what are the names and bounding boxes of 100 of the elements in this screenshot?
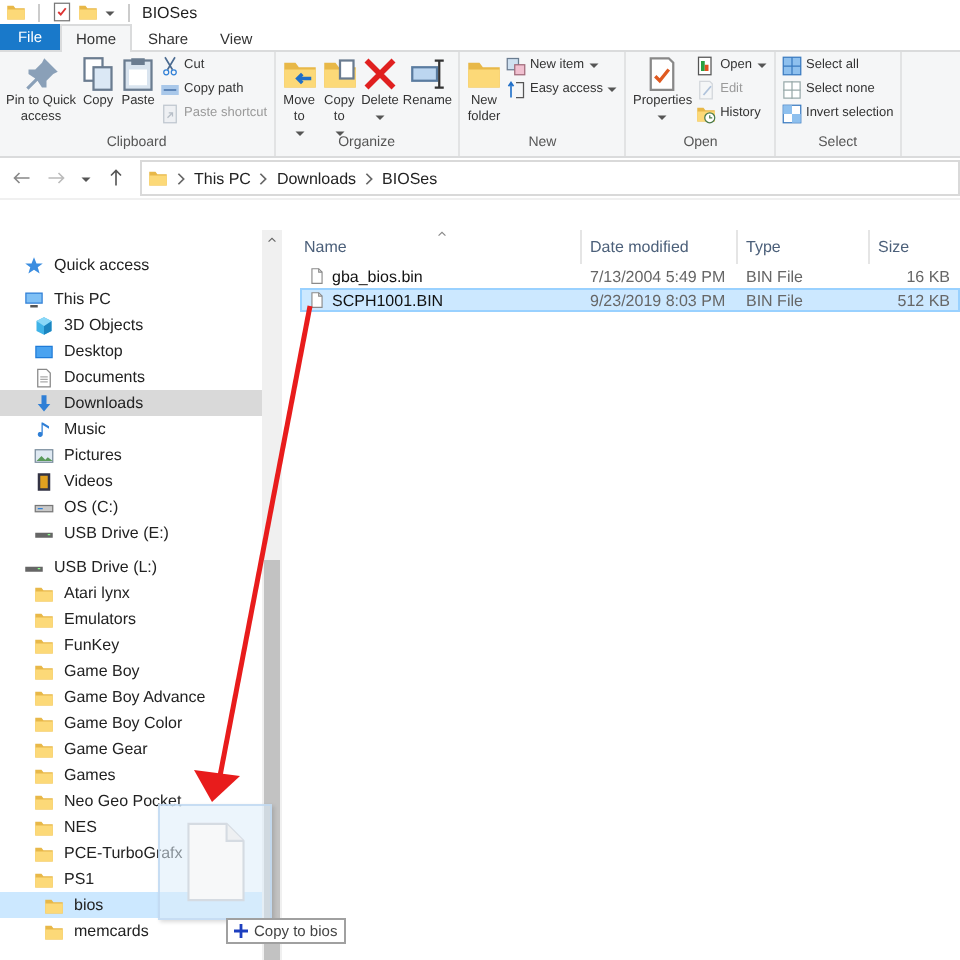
nav-item[interactable]: Game Boy xyxy=(0,658,263,684)
back-icon xyxy=(12,168,32,188)
caret-icon xyxy=(333,128,346,138)
file-size: 16 KB xyxy=(904,267,952,285)
folder-icon xyxy=(34,869,54,889)
scissors-icon xyxy=(160,55,181,75)
caret-icon xyxy=(656,112,669,122)
copy-path-icon xyxy=(160,79,181,99)
folder-icon xyxy=(44,921,64,941)
nav-item[interactable]: Videos xyxy=(0,468,263,494)
scroll-up-icon xyxy=(266,236,279,244)
computer-icon xyxy=(24,289,44,309)
easy-access-icon xyxy=(505,79,526,99)
nav-item[interactable]: bios xyxy=(0,892,263,918)
file-type: BIN File xyxy=(744,291,805,309)
nav-item[interactable]: PS1 xyxy=(0,866,263,892)
document-icon xyxy=(34,367,54,387)
file-icon xyxy=(308,290,326,310)
address-bar[interactable]: This PC Downloads BIOSes xyxy=(140,160,960,196)
column-header[interactable]: Size xyxy=(868,230,956,264)
forward-icon xyxy=(46,168,66,188)
caret-icon xyxy=(756,60,769,70)
folder-icon xyxy=(44,895,64,915)
caret-icon xyxy=(293,128,306,138)
nav-item[interactable]: Documents xyxy=(0,364,263,390)
folder-icon xyxy=(34,609,54,629)
picture-icon xyxy=(34,445,54,465)
edit-icon xyxy=(696,79,717,99)
film-icon xyxy=(34,471,54,491)
plus-icon xyxy=(234,924,248,938)
folder-icon xyxy=(34,817,54,837)
nav-item[interactable]: Music xyxy=(0,416,263,442)
nav-item[interactable]: OS (C:) xyxy=(0,494,263,520)
select-all-icon xyxy=(782,55,803,75)
nav-item[interactable]: Game Boy Color xyxy=(0,710,263,736)
rename-icon xyxy=(409,56,446,92)
delete-icon xyxy=(362,56,398,92)
nav-item[interactable]: Desktop xyxy=(0,338,263,364)
nav-item[interactable]: Games xyxy=(0,762,263,788)
nav-item[interactable]: Game Gear xyxy=(0,736,263,762)
chevron-icon xyxy=(258,171,269,185)
file-date: 7/13/2004 5:49 PM xyxy=(588,267,728,285)
desktop-icon xyxy=(34,341,54,361)
star-icon xyxy=(24,255,44,275)
folder-icon xyxy=(34,843,54,863)
nav-item[interactable]: Game Boy Advance xyxy=(0,684,263,710)
shortcut-icon xyxy=(160,103,181,123)
file-type: BIN File xyxy=(744,267,805,285)
file-name: gba_bios.bin xyxy=(332,267,423,285)
folder-icon xyxy=(34,765,54,785)
column-header[interactable]: Type xyxy=(736,230,868,264)
file-name: SCPH1001.BIN xyxy=(332,291,444,309)
nav-item[interactable]: Downloads xyxy=(0,390,263,416)
folder-icon xyxy=(6,2,26,22)
caret-icon[interactable] xyxy=(104,7,116,17)
nav-item[interactable]: Quick access xyxy=(0,252,263,278)
new-item-icon xyxy=(505,55,526,75)
file-icon xyxy=(308,266,326,286)
nav-item[interactable]: Neo Geo Pocket xyxy=(0,788,263,814)
nav-item[interactable]: USB Drive (E:) xyxy=(0,520,263,546)
up-icon xyxy=(106,168,126,188)
nav-item[interactable]: 3D Objects xyxy=(0,312,263,338)
select-none-icon xyxy=(782,79,803,99)
nav-item[interactable]: PCE-TurboGrafx xyxy=(0,840,263,866)
folder-icon xyxy=(34,635,54,655)
pin-icon xyxy=(23,56,60,92)
caret-icon xyxy=(80,173,92,183)
cube-icon xyxy=(34,315,54,335)
breadcrumb-link[interactable]: BIOSes xyxy=(382,169,438,187)
folder-icon xyxy=(34,713,54,733)
properties-icon xyxy=(52,2,72,22)
file-row[interactable]: gba_bios.bin 7/13/2004 5:49 PM BIN File 16 KB xyxy=(300,264,960,288)
caret-icon xyxy=(606,84,619,94)
file-row[interactable]: SCPH1001.BIN 9/23/2019 8:03 PM BIN File 512 KB xyxy=(300,288,960,312)
chevron-icon xyxy=(364,171,375,185)
download-icon xyxy=(34,393,54,413)
nav-item[interactable]: USB Drive (L:) xyxy=(0,554,263,580)
music-note-icon xyxy=(34,419,54,439)
nav-item[interactable]: NES xyxy=(0,814,263,840)
folder-icon xyxy=(34,791,54,811)
breadcrumb-link[interactable]: This PC xyxy=(194,169,251,187)
file-date: 9/23/2019 8:03 PM xyxy=(588,291,728,309)
nav-item[interactable]: Atari lynx xyxy=(0,580,263,606)
caret-icon xyxy=(374,112,386,122)
sort-caret-icon xyxy=(436,230,448,238)
window-title: BIOSes xyxy=(142,3,198,21)
caret-icon xyxy=(588,60,601,70)
nav-item[interactable]: This PC xyxy=(0,286,263,312)
column-header[interactable]: Date modified xyxy=(580,230,736,264)
invert-selection-icon xyxy=(782,103,803,123)
file-size: 512 KB xyxy=(895,291,952,309)
breadcrumb-link[interactable]: Downloads xyxy=(276,169,357,187)
folder-icon xyxy=(34,583,54,603)
nav-item[interactable]: Emulators xyxy=(0,606,263,632)
column-header[interactable]: Name xyxy=(300,230,580,264)
nav-item[interactable]: Pictures xyxy=(0,442,263,468)
chevron-icon xyxy=(176,171,186,185)
folder-icon xyxy=(78,2,98,22)
folder-icon xyxy=(148,168,168,188)
nav-item[interactable]: FunKey xyxy=(0,632,263,658)
